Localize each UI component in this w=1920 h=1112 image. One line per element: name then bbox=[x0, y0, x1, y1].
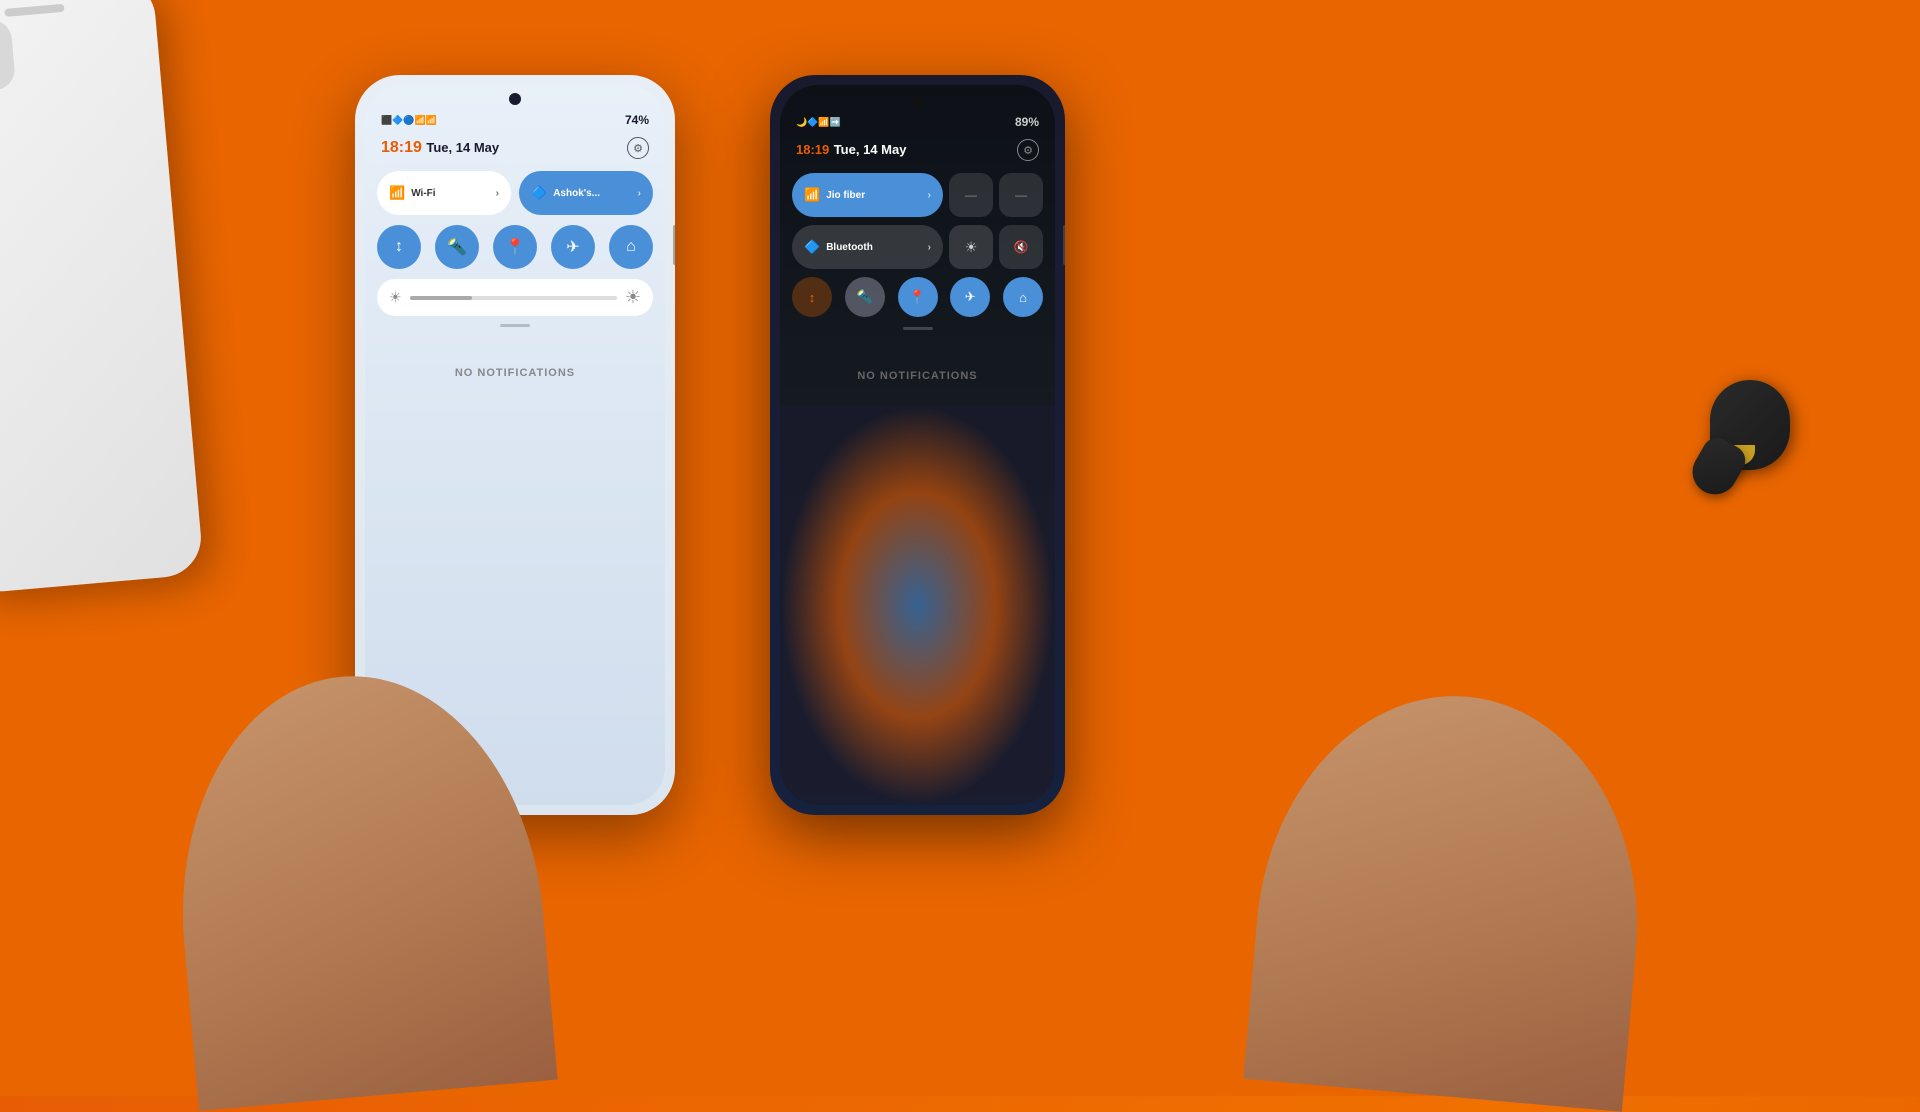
scroll-indicator-right bbox=[903, 327, 933, 330]
settings-btn-right[interactable]: ⚙ bbox=[1017, 139, 1039, 161]
extra-toggle-2-right[interactable]: — bbox=[999, 173, 1043, 217]
colorful-bg-right bbox=[780, 405, 1055, 805]
brightness-low-icon-left: ☀ bbox=[389, 289, 402, 306]
icon-home-right[interactable]: ⌂ bbox=[1003, 277, 1043, 317]
wifi-label-left: Wi-Fi bbox=[411, 188, 435, 199]
wifi-chevron-left: › bbox=[496, 188, 499, 199]
wifi-chevron-right: › bbox=[928, 190, 931, 201]
wifi-icon-right: 📶 bbox=[804, 187, 820, 203]
no-notifications-right: NO NOTIFICATIONS bbox=[792, 370, 1043, 382]
status-indicator-right: 🌙🔷📶➡️ bbox=[796, 117, 841, 128]
battery-left: 74% bbox=[625, 113, 649, 127]
brightness-row-left: ☀ ☀ bbox=[377, 279, 653, 316]
icon-torch-left[interactable]: 🔦 bbox=[435, 225, 479, 269]
bt-chevron-left: › bbox=[638, 188, 641, 199]
icon-data-left[interactable]: ↕ bbox=[377, 225, 421, 269]
icon-location-right[interactable]: 📍 bbox=[898, 277, 938, 317]
date-left: Tue, 14 May bbox=[426, 140, 499, 155]
icons-row-left: ↕ 🔦 📍 ✈ ⌂ bbox=[377, 225, 653, 269]
datetime-row-right: 18:19 Tue, 14 May ⚙ bbox=[792, 139, 1043, 161]
status-bar-left: ⬛🔷🔵📶📶 74% bbox=[365, 105, 665, 131]
bluetooth-row-right: 🔷 Bluetooth › ☀ 🔇 bbox=[792, 225, 1043, 269]
notif-panel-right: 18:19 Tue, 14 May ⚙ 📶 Jio fiber › — — bbox=[780, 133, 1055, 388]
icons-row-right: ↕ 🔦 📍 ✈ ⌂ bbox=[792, 277, 1043, 317]
bluetooth-label-right: Bluetooth bbox=[826, 242, 873, 253]
bluetooth-icon-right: 🔷 bbox=[804, 239, 820, 255]
wifi-toggle-left[interactable]: 📶 Wi-Fi › bbox=[377, 171, 511, 215]
icon-airplane-right[interactable]: ✈ bbox=[950, 277, 990, 317]
brightness-fill-left bbox=[410, 296, 472, 300]
side-button-left bbox=[673, 225, 675, 265]
notif-panel-left: 18:19 Tue, 14 May ⚙ 📶 Wi-Fi › 🔷 Ashok's.… bbox=[365, 131, 665, 385]
datetime-right: 18:19 Tue, 14 May bbox=[796, 141, 906, 159]
datetime-left: 18:19 Tue, 14 May bbox=[381, 139, 499, 157]
no-notifications-left: NO NOTIFICATIONS bbox=[377, 367, 653, 379]
icon-torch-right[interactable]: 🔦 bbox=[845, 277, 885, 317]
status-icons-left: ⬛🔷🔵📶📶 bbox=[381, 115, 437, 126]
wifi-row-right: 📶 Jio fiber › — — bbox=[792, 173, 1043, 217]
time-left: 18:19 bbox=[381, 139, 422, 156]
icon-data-right[interactable]: ↕ bbox=[792, 277, 832, 317]
brightness-high-icon-left: ☀ bbox=[625, 287, 641, 308]
status-icons-right: 🌙🔷📶➡️ bbox=[796, 117, 841, 128]
icon-airplane-left[interactable]: ✈ bbox=[551, 225, 595, 269]
mute-btn-right[interactable]: 🔇 bbox=[999, 225, 1043, 269]
extra-toggle-1-right[interactable]: — bbox=[949, 173, 993, 217]
bluetooth-label-left: Ashok's... bbox=[553, 188, 600, 199]
icon-location-left[interactable]: 📍 bbox=[493, 225, 537, 269]
wifi-label-right: Jio fiber bbox=[826, 190, 865, 201]
date-right: Tue, 14 May bbox=[834, 142, 907, 157]
bluetooth-toggle-right[interactable]: 🔷 Bluetooth › bbox=[792, 225, 943, 269]
battery-right: 89% bbox=[1015, 115, 1039, 129]
extra-icon-2: — bbox=[1015, 188, 1027, 202]
mute-icon-right: 🔇 bbox=[1014, 240, 1029, 254]
brightness-btn-right[interactable]: ☀ bbox=[949, 225, 993, 269]
front-camera-left bbox=[509, 93, 521, 105]
icon-home-left[interactable]: ⌂ bbox=[609, 225, 653, 269]
front-camera-right bbox=[912, 95, 924, 107]
wifi-icon-left: 📶 bbox=[389, 185, 405, 201]
datetime-row-left: 18:19 Tue, 14 May ⚙ bbox=[377, 137, 653, 159]
bt-chevron-right: › bbox=[928, 242, 931, 253]
scroll-indicator-left bbox=[500, 324, 530, 327]
status-indicator: ⬛🔷🔵📶📶 bbox=[381, 115, 437, 126]
brightness-slider-left[interactable] bbox=[410, 296, 617, 300]
phone-right-screen: 🌙🔷📶➡️ 89% 18:19 Tue, 14 May ⚙ 📶 Jio fibe… bbox=[780, 85, 1055, 805]
side-button-right bbox=[1063, 225, 1065, 265]
time-right: 18:19 bbox=[796, 142, 829, 157]
phone-right: 🌙🔷📶➡️ 89% 18:19 Tue, 14 May ⚙ 📶 Jio fibe… bbox=[770, 75, 1065, 815]
camera-module bbox=[0, 19, 16, 95]
earbuds bbox=[1660, 380, 1790, 500]
toggle-row-left: 📶 Wi-Fi › 🔷 Ashok's... › bbox=[377, 171, 653, 215]
bluetooth-toggle-left[interactable]: 🔷 Ashok's... › bbox=[519, 171, 653, 215]
settings-btn-left[interactable]: ⚙ bbox=[627, 137, 649, 159]
status-bar-right: 🌙🔷📶➡️ 89% bbox=[780, 107, 1055, 133]
extra-icon-1: — bbox=[965, 188, 977, 202]
brightness-icon-right: ☀ bbox=[965, 239, 978, 256]
wifi-toggle-right[interactable]: 📶 Jio fiber › bbox=[792, 173, 943, 217]
bluetooth-icon-left: 🔷 bbox=[531, 185, 547, 201]
